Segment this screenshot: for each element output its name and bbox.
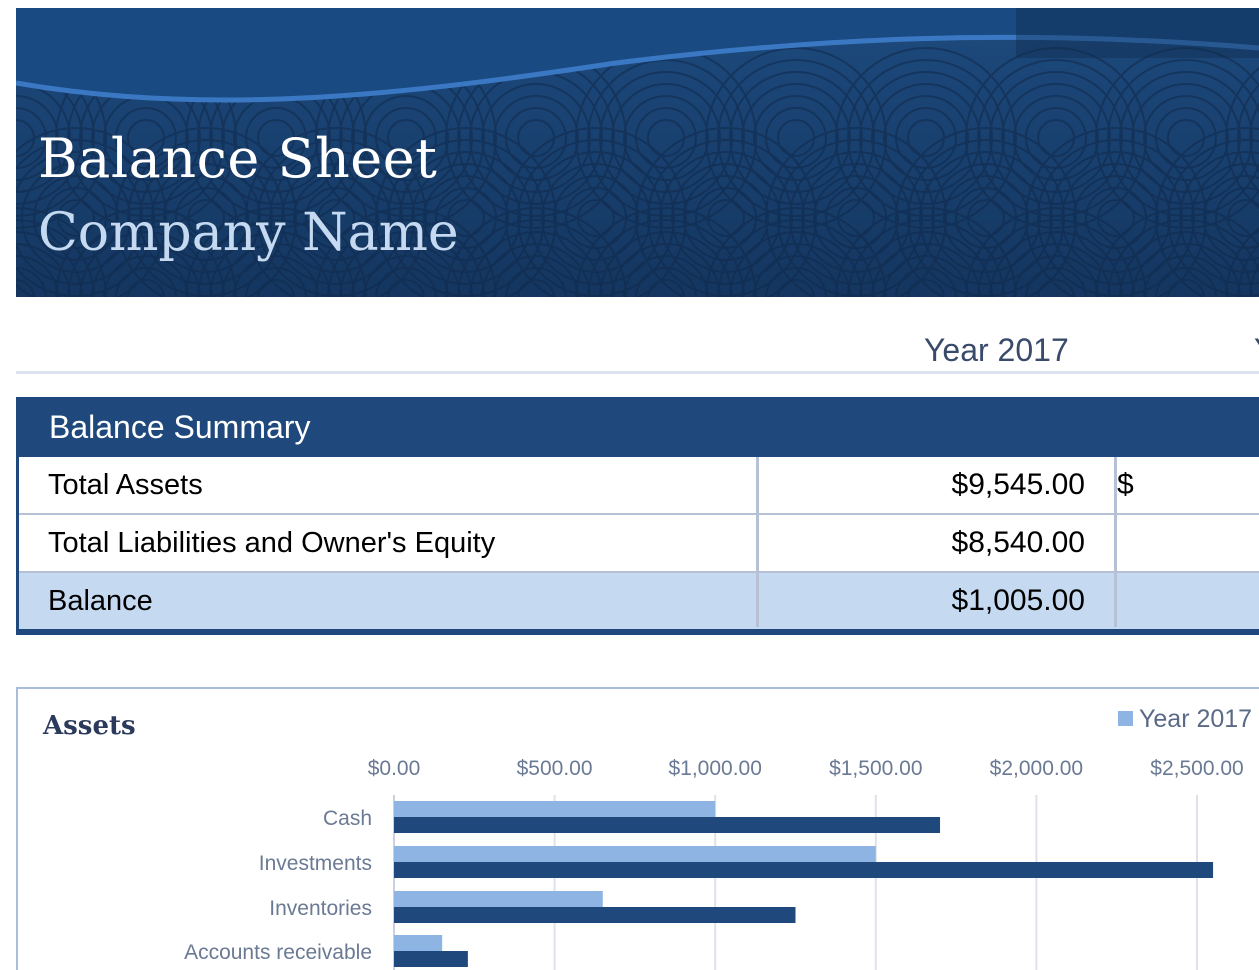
- column-divider: [1114, 457, 1117, 627]
- header-banner: Balance Sheet Company Name: [16, 8, 1259, 297]
- x-tick-label: $1,000.00: [668, 757, 761, 780]
- row-label: Total Assets: [48, 457, 203, 513]
- company-name: Company Name: [38, 207, 459, 259]
- x-tick-label: $1,500.00: [829, 757, 922, 780]
- bar-series2: [394, 951, 468, 967]
- row-value: $8,540.00: [759, 515, 1085, 571]
- summary-heading: Balance Summary: [19, 397, 1259, 457]
- x-tick-label: $2,500.00: [1150, 757, 1243, 780]
- row-label: Total Liabilities and Owner's Equity: [48, 515, 495, 571]
- bar-series1: [394, 846, 876, 862]
- balance-summary-table: Balance Summary Total Assets $9,545.00 $…: [16, 397, 1259, 635]
- column-header-year2: Y: [1254, 330, 1259, 370]
- assets-chart: Assets Year 2017 $0.00$500.00$1,000.00$1…: [16, 687, 1259, 970]
- x-tick-label: $500.00: [517, 757, 593, 780]
- row-value: $9,545.00: [759, 457, 1085, 513]
- chart-plot: $0.00 $500.00 $1,000.00 $1,500.00 $2,000.00 $…: [18, 689, 1259, 970]
- bar-series2: [394, 907, 796, 923]
- column-header-year1: Year 2017: [924, 330, 1069, 370]
- table-row: Total Assets $9,545.00 $: [19, 457, 1259, 515]
- category-label: Cash: [323, 807, 372, 830]
- row-value-year2: $: [1117, 457, 1134, 513]
- bar-series1: [394, 891, 603, 907]
- table-row-balance: Balance $1,005.00: [19, 573, 1259, 629]
- category-label: Accounts receivable: [184, 941, 372, 964]
- category-label: Investments: [259, 852, 372, 875]
- row-value: $1,005.00: [759, 573, 1085, 629]
- table-row: Total Liabilities and Owner's Equity $8,…: [19, 515, 1259, 573]
- header-rule: [16, 371, 1259, 374]
- category-label: Inventories: [269, 897, 372, 920]
- x-tick-label: $0.00: [368, 757, 421, 780]
- bar-series1: [394, 801, 715, 817]
- column-divider: [756, 457, 759, 627]
- bar-series1: [394, 935, 442, 951]
- bar-series2: [394, 862, 1213, 878]
- row-label: Balance: [48, 573, 153, 629]
- page-title: Balance Sheet: [38, 132, 437, 186]
- x-tick-label: $2,000.00: [990, 757, 1083, 780]
- bar-series2: [394, 817, 940, 833]
